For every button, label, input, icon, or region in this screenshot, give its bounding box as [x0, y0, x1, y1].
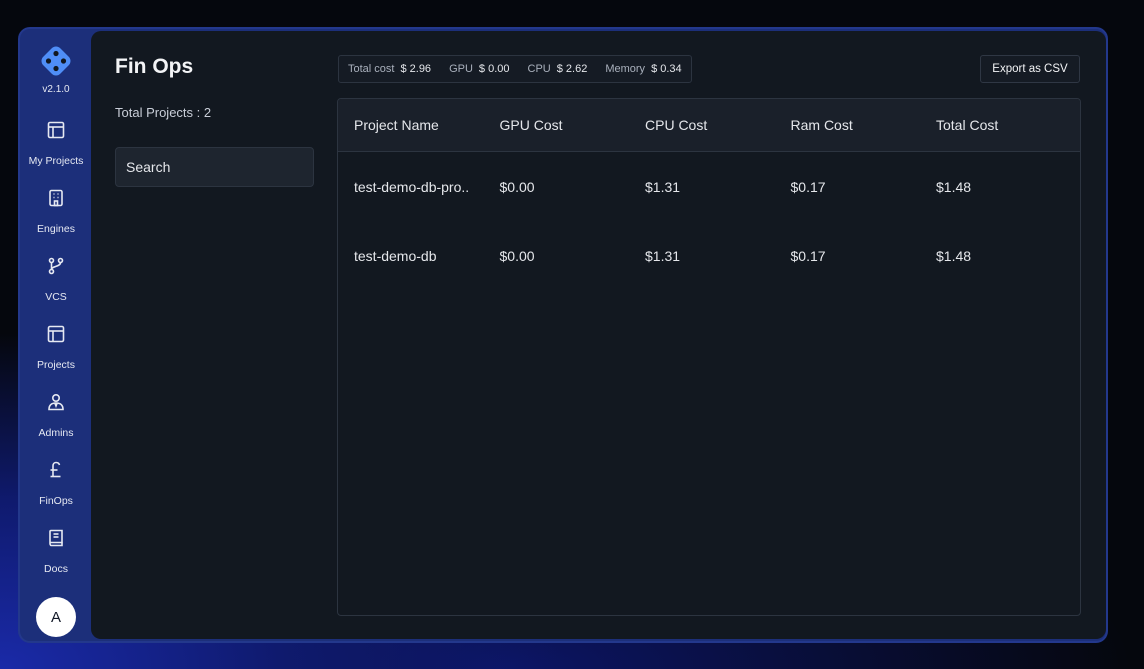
- cell-gpu-cost: $0.00: [499, 247, 535, 264]
- sidebar-item-docs[interactable]: Docs: [20, 523, 92, 591]
- column-header-project-name[interactable]: Project Name: [338, 117, 484, 133]
- sidebar-item-my-projects[interactable]: My Projects: [20, 115, 92, 183]
- sidebar-item-label: My Projects: [28, 155, 84, 167]
- cost-summary-bar: Total cost $ 2.96 GPU $ 0.00 CPU $ 2.62 Mem…: [338, 55, 692, 83]
- projects-cost-table: Project Name GPU Cost CPU Cost Ram Cost …: [337, 98, 1081, 616]
- summary-value: $ 2.62: [556, 63, 588, 75]
- summary-cpu: CPU $ 2.62: [528, 63, 588, 75]
- book-icon: [45, 527, 67, 549]
- summary-total-cost: Total cost $ 2.96: [348, 63, 431, 75]
- summary-key: CPU: [527, 63, 551, 75]
- cell-ram-cost: $0.17: [790, 178, 826, 195]
- column-header-total-cost[interactable]: Total Cost: [920, 117, 1066, 133]
- page-title: Fin Ops: [115, 55, 194, 78]
- pound-icon: [45, 459, 67, 481]
- summary-value: $ 0.34: [651, 63, 682, 75]
- cell-cpu-cost: $1.31: [645, 178, 681, 195]
- summary-value: $ 0.00: [478, 63, 510, 75]
- summary-key: Memory: [605, 63, 646, 75]
- layout-icon: [45, 323, 67, 345]
- cell-ram-cost: $0.17: [790, 247, 826, 264]
- sidebar-item-engines[interactable]: Engines: [20, 183, 92, 251]
- summary-gpu: GPU $ 0.00: [449, 63, 509, 75]
- cell-gpu-cost: $0.00: [499, 178, 535, 195]
- sidebar-item-label: VCS: [45, 291, 67, 303]
- column-header-cpu-cost[interactable]: CPU Cost: [629, 117, 775, 133]
- cell-total-cost: $1.48: [936, 178, 972, 195]
- sidebar-item-label: Admins: [38, 427, 74, 439]
- summary-memory: Memory $ 0.34: [605, 63, 681, 75]
- sidebar-item-finops[interactable]: FinOps: [20, 455, 92, 523]
- sidebar-item-label: Engines: [37, 223, 75, 235]
- app-logo-icon[interactable]: [38, 43, 74, 79]
- table-row[interactable]: test-demo-db $0.00 $1.31 $0.17 $1.48: [338, 221, 1080, 290]
- column-header-gpu-cost[interactable]: GPU Cost: [484, 117, 630, 133]
- summary-value: $ 2.96: [400, 63, 432, 75]
- app-version: v2.1.0: [42, 84, 70, 95]
- cell-project-name: test-demo-db: [354, 247, 437, 264]
- cell-total-cost: $1.48: [936, 247, 972, 264]
- table-header-row: Project Name GPU Cost CPU Cost Ram Cost …: [338, 99, 1080, 152]
- sidebar-item-label: Docs: [44, 563, 68, 575]
- total-projects-count: Total Projects : 2: [115, 105, 212, 120]
- main-panel: Fin Ops Total Projects : 2 Total cost $ 2…: [91, 31, 1106, 639]
- search-input[interactable]: [115, 147, 314, 187]
- sidebar-item-label: Projects: [37, 359, 75, 371]
- layout-icon: [45, 119, 67, 141]
- summary-key: GPU: [449, 63, 473, 75]
- table-row[interactable]: test-demo-db-pro.. $0.00 $1.31 $0.17 $1.…: [338, 152, 1080, 221]
- sidebar: v2.1.0 My Projects Engines VCS Projects …: [20, 29, 92, 641]
- sidebar-item-projects[interactable]: Projects: [20, 319, 92, 387]
- export-csv-button[interactable]: Export as CSV: [980, 55, 1080, 83]
- cell-project-name: test-demo-db-pro..: [354, 178, 470, 195]
- sidebar-item-admins[interactable]: Admins: [20, 387, 92, 455]
- cell-cpu-cost: $1.31: [645, 247, 681, 264]
- git-branch-icon: [45, 255, 67, 277]
- summary-key: Total cost: [348, 63, 395, 75]
- building-icon: [45, 187, 67, 209]
- sidebar-item-label: FinOps: [39, 495, 73, 507]
- sidebar-item-vcs[interactable]: VCS: [20, 251, 92, 319]
- avatar[interactable]: A: [36, 597, 76, 637]
- user-tie-icon: [45, 391, 67, 413]
- column-header-ram-cost[interactable]: Ram Cost: [775, 117, 921, 133]
